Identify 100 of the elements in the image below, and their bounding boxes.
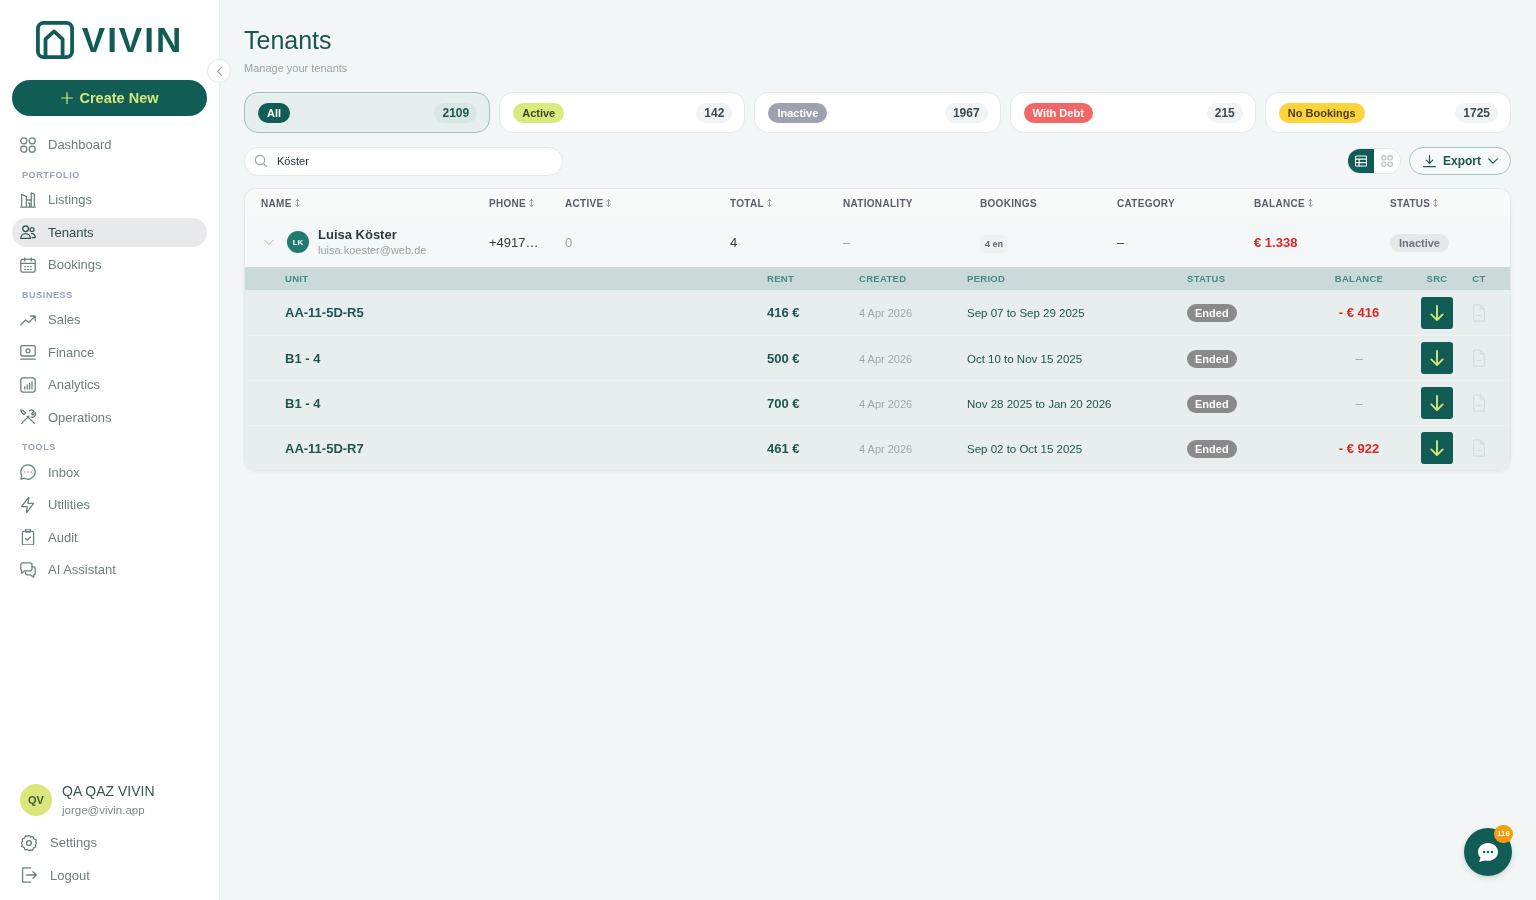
created-date: 4 Apr 2026 — [859, 307, 913, 319]
total-count: 4 — [730, 234, 738, 250]
column-header: CREATED — [859, 273, 907, 284]
unit-name: B1 - 4 — [285, 395, 321, 411]
section-label: TOOLS — [22, 442, 56, 452]
filter-count: 2109 — [434, 102, 478, 123]
section-label: BUSINESS — [22, 289, 73, 300]
status-pill: Ended — [1187, 304, 1237, 322]
table-view-button[interactable] — [1348, 149, 1374, 173]
logout-link[interactable]: Logout — [12, 860, 207, 890]
booking-period: Oct 10 to Nov 15 2025 — [967, 352, 1083, 365]
filter-tab[interactable]: Inactive 1967 — [754, 92, 1001, 133]
bar-chart-icon — [20, 376, 36, 393]
sidebar-item[interactable]: Finance — [12, 337, 207, 367]
created-date: 4 Apr 2026 — [859, 397, 913, 410]
source-button[interactable] — [1421, 296, 1453, 329]
chevron-icon[interactable] — [264, 237, 274, 247]
search-icon — [255, 155, 267, 167]
create-new-button[interactable]: Create New — [12, 80, 207, 116]
column-header: STATUS — [1390, 197, 1431, 209]
column-header: TOTAL — [730, 197, 764, 209]
sidebar-item[interactable]: AI Assistant — [12, 555, 207, 584]
column-header: PHONE — [489, 197, 527, 209]
rent-amount: 416 € — [767, 305, 800, 320]
created-date: 4 Apr 2026 — [859, 442, 913, 455]
logout-icon — [21, 867, 37, 883]
user-avatar: QV — [20, 783, 52, 816]
sidebar-item[interactable]: Inbox — [12, 457, 207, 487]
active-count: 0 — [565, 234, 573, 250]
clipboard-icon — [20, 529, 36, 545]
source-button[interactable] — [1421, 387, 1453, 419]
rent-amount: 700 € — [767, 395, 800, 411]
logo-wordmark: VIVIN — [81, 20, 184, 60]
filter-tag: All — [258, 102, 291, 123]
export-button[interactable]: Export — [1409, 147, 1511, 175]
column-header: NATIONALITY — [843, 197, 913, 209]
phone-number: +4917… — [489, 234, 539, 250]
chat-button[interactable] — [1464, 828, 1512, 876]
column-header: RENT — [767, 273, 795, 284]
house-icon — [35, 21, 74, 59]
filter-tab[interactable]: With Debt 215 — [1009, 92, 1256, 133]
column-header: BOOKINGS — [980, 197, 1037, 209]
sidebar-item[interactable]: Bookings — [12, 250, 207, 279]
settings-link[interactable]: Settings — [12, 828, 207, 857]
sidebar-item[interactable]: Analytics — [12, 370, 207, 399]
filter-tag: No Bookings — [1278, 102, 1365, 123]
download-icon — [1423, 154, 1436, 168]
filter-tab[interactable]: Active 142 — [499, 92, 746, 133]
filter-count: 142 — [696, 102, 733, 123]
created-date: 4 Apr 2026 — [859, 352, 913, 365]
tenant-avatar: LK — [287, 231, 309, 253]
column-header: CT — [1472, 273, 1486, 284]
plus-icon — [60, 92, 73, 104]
column-header: PERIOD — [967, 273, 1006, 284]
chat-bubbles-icon — [20, 561, 36, 578]
tenant-name: Luisa Köster — [318, 227, 398, 243]
calendar-icon — [20, 256, 36, 273]
sidebar-item[interactable]: Listings — [12, 185, 207, 214]
balance-amount: - € 922 — [1338, 440, 1380, 456]
sort-icon[interactable] — [529, 199, 535, 207]
sidebar-item[interactable]: Sales — [12, 305, 207, 334]
sort-icon[interactable] — [294, 199, 300, 207]
source-button[interactable] — [1421, 432, 1453, 464]
filter-count: 1967 — [944, 102, 988, 123]
sort-icon[interactable] — [1433, 199, 1439, 207]
user-name: QA QAZ VIVIN — [62, 781, 155, 800]
column-header: SRC — [1426, 273, 1448, 284]
unit-name: AA-11-5D-R5 — [285, 305, 364, 320]
sidebar-item[interactable]: Tenants — [12, 217, 207, 247]
filter-tab[interactable]: All 2109 — [244, 92, 491, 133]
rent-amount: 461 € — [767, 440, 800, 456]
arrow-down-icon — [1429, 350, 1445, 366]
sort-icon[interactable] — [606, 199, 612, 207]
sidebar-item[interactable]: Audit — [12, 522, 207, 552]
filter-count: 1725 — [1455, 102, 1498, 123]
status-pill: Inactive — [1390, 233, 1449, 252]
sidebar-item[interactable]: Dashboard — [12, 130, 207, 159]
filter-count: 215 — [1206, 102, 1243, 123]
column-header: NAME — [261, 197, 292, 209]
filter-tag: Active — [513, 102, 565, 123]
column-header: UNIT — [285, 273, 309, 284]
source-button[interactable] — [1421, 342, 1453, 374]
grid-icon — [1381, 155, 1393, 167]
nationality-value: – — [843, 234, 851, 250]
lightning-icon — [20, 496, 36, 513]
page-title: Tenants — [244, 25, 332, 55]
unread-count: 116 — [1494, 825, 1513, 843]
search-field[interactable]: Köster — [244, 146, 563, 176]
sidebar-item[interactable]: Utilities — [12, 490, 207, 519]
sort-icon[interactable] — [766, 199, 772, 207]
banknote-icon — [20, 344, 36, 360]
arrow-down-icon — [1429, 440, 1445, 456]
sidebar-item[interactable]: Operations — [12, 402, 207, 432]
balance-amount: – — [1355, 350, 1363, 366]
booking-period: Sep 07 to Sep 29 2025 — [967, 307, 1085, 319]
chevron-down-icon — [1488, 158, 1498, 164]
sort-icon[interactable] — [1308, 199, 1313, 207]
filter-tab[interactable]: No Bookings 1725 — [1264, 92, 1511, 133]
booking-period: Sep 02 to Oct 15 2025 — [967, 442, 1083, 455]
page-subtitle: Manage your tenants — [244, 61, 348, 75]
